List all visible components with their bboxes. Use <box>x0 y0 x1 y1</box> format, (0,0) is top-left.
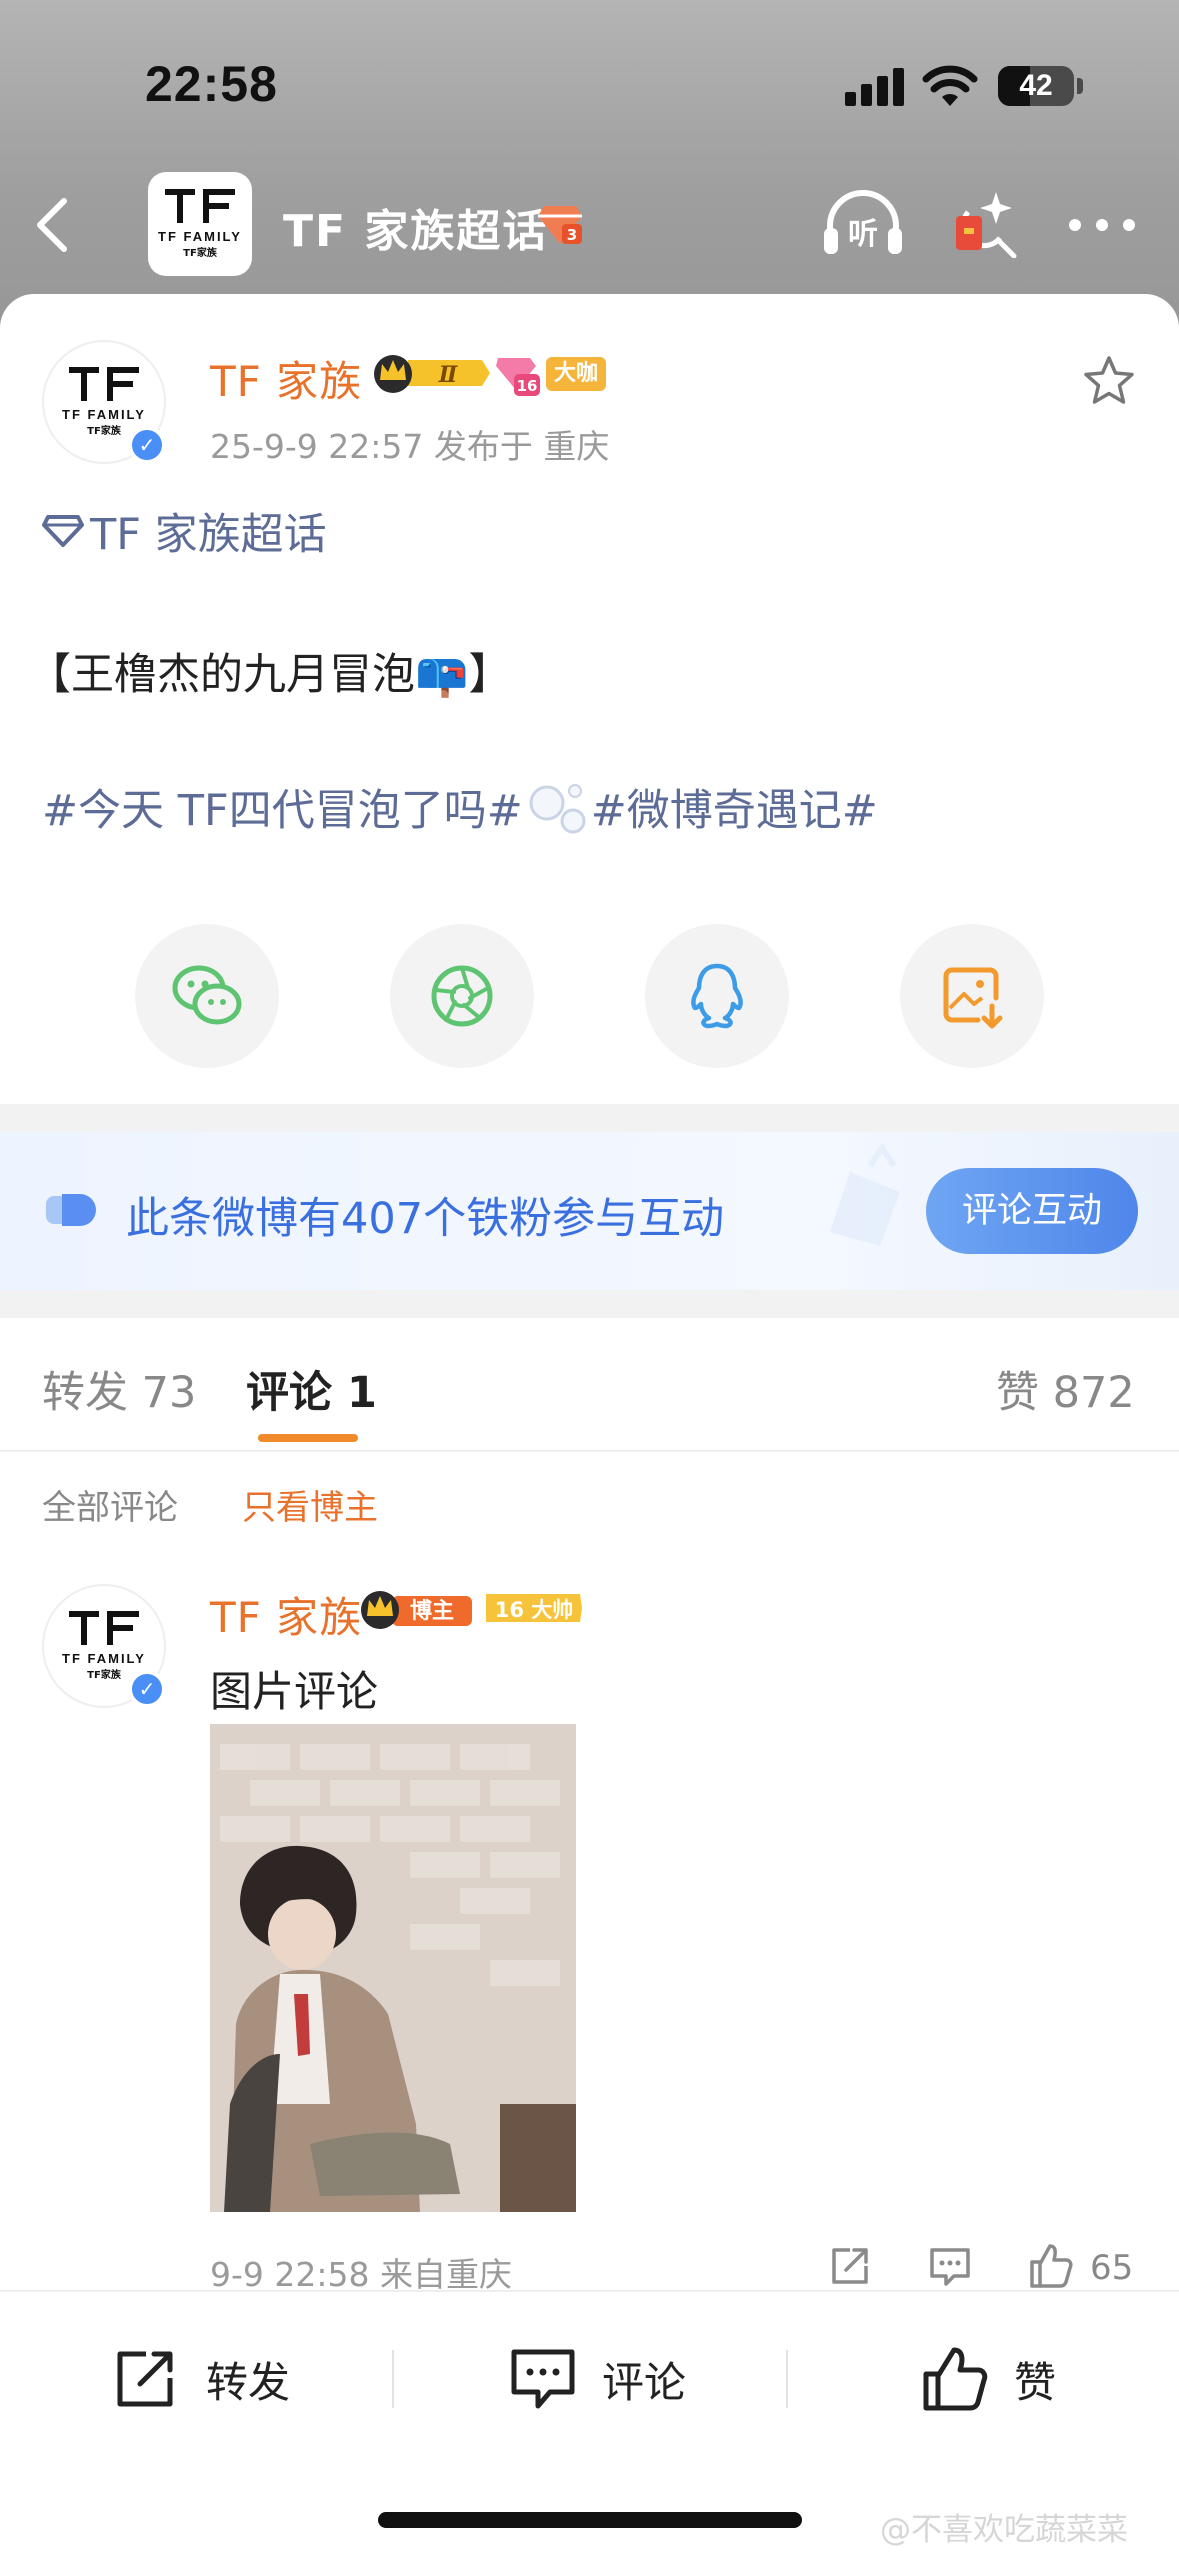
battery-level: 42 <box>1019 69 1053 102</box>
like-thumb-icon <box>923 2347 988 2411</box>
logo-text: TF FAMILY <box>158 229 242 244</box>
author-name[interactable]: TF 家族 <box>210 348 362 409</box>
more-options-icon[interactable] <box>1068 218 1136 232</box>
verified-badge-icon: ✓ <box>128 426 166 464</box>
header: 22:58 42 TF FAMILY TF家族 TF 家族超话 3 听 <box>0 0 1179 330</box>
comment-icon <box>511 2349 575 2409</box>
divider <box>786 2350 788 2408</box>
bubbles-icon <box>529 784 586 834</box>
tf-logo-icon <box>165 189 235 223</box>
owner-badge-icon: 博主 <box>361 1591 472 1629</box>
headphone-listen-icon[interactable]: 听 <box>822 188 904 258</box>
crown-level: Ⅱ <box>438 362 459 388</box>
topic-link-text: TF 家族超话 <box>90 510 327 560</box>
logo-subtext: TF家族 <box>87 426 121 437</box>
comment-meta: 9-9 22:58 来自重庆 <box>210 2255 512 2294</box>
comment-text: 图片评论 <box>210 1667 379 1716</box>
comment-repost-icon[interactable] <box>826 2242 874 2290</box>
repost-icon <box>117 2351 173 2407</box>
comment-reply-icon[interactable] <box>926 2242 974 2290</box>
comment-like-count: 65 <box>1090 2248 1134 2288</box>
save-image-icon <box>943 967 1003 1029</box>
fans-interaction-banner: 此条微博有407个铁粉参与互动 评论互动 <box>0 1132 1179 1290</box>
comment-photo[interactable] <box>210 1724 576 2212</box>
verified-badge-icon: ✓ <box>128 1670 166 1708</box>
svg-text:3: 3 <box>567 226 577 244</box>
bottom-action-bar: 转发 评论 赞 @不喜欢吃蔬菜菜 <box>0 2290 1179 2556</box>
repost-button[interactable]: 转发 <box>112 2344 290 2414</box>
crown-badge-icon: Ⅱ <box>374 355 490 393</box>
save-image-button[interactable] <box>900 924 1044 1068</box>
fans-play-icon <box>46 1194 96 1226</box>
wifi-icon <box>922 65 978 106</box>
favorite-star-icon[interactable] <box>1082 354 1136 408</box>
tab-likes[interactable]: 赞 872 <box>996 1358 1135 1420</box>
level-tag: 16 大帅 <box>495 1598 574 1622</box>
topic-link[interactable]: TF 家族超话 <box>42 500 327 562</box>
level-gem-icon: 16 <box>496 358 540 396</box>
divider <box>392 2350 394 2408</box>
listen-label: 听 <box>848 217 878 252</box>
tf-logo-icon <box>69 1611 139 1645</box>
moments-shutter-icon <box>431 965 493 1027</box>
commenter-avatar[interactable]: TF FAMILY TF家族 ✓ <box>42 1584 166 1708</box>
filter-author-only[interactable]: 只看博主 <box>242 1480 378 1529</box>
comment-like-icon[interactable] <box>1026 2242 1074 2290</box>
wechat-icon <box>172 965 242 1025</box>
hashtag-link[interactable]: #今天 TF四代冒泡了吗# <box>42 776 523 838</box>
vip-tag: 大咖 <box>546 357 607 391</box>
level-number: 16 <box>517 377 538 395</box>
post-meta: 25-9-9 22:57 发布于 重庆 <box>210 427 610 466</box>
logo-text: TF FAMILY <box>62 407 146 422</box>
battery-icon: 42 <box>998 66 1074 106</box>
tab-divider <box>0 1450 1179 1452</box>
tab-comments[interactable]: 评论 1 <box>246 1358 377 1420</box>
status-time: 22:58 <box>145 56 278 112</box>
home-indicator[interactable] <box>378 2512 802 2528</box>
hashtag-link[interactable]: #微博奇遇记# <box>591 776 878 838</box>
filter-all-comments[interactable]: 全部评论 <box>42 1480 178 1529</box>
post-tags: #今天 TF四代冒泡了吗# #微博奇遇记# <box>42 776 878 838</box>
topic-level-badge-icon: 3 <box>538 206 582 244</box>
topic-logo[interactable]: TF FAMILY TF家族 <box>148 172 252 276</box>
bell-decoration-icon <box>830 1142 900 1246</box>
topic-title: TF 家族超话 <box>283 206 549 257</box>
watermark: @不喜欢吃蔬菜菜 <box>880 2512 1128 2548</box>
back-arrow-icon[interactable] <box>30 195 74 255</box>
repost-label: 转发 <box>206 2357 291 2407</box>
share-wechat-button[interactable] <box>135 924 279 1068</box>
comment-interaction-button[interactable]: 评论互动 <box>926 1168 1138 1254</box>
qq-penguin-icon <box>691 963 743 1029</box>
commenter-name[interactable]: TF 家族 <box>210 1584 362 1645</box>
tab-repost[interactable]: 转发 73 <box>42 1358 196 1420</box>
photo-person-image <box>210 1724 576 2212</box>
cellular-signal-icon <box>845 68 905 106</box>
logo-subtext: TF家族 <box>87 1670 121 1681</box>
like-button[interactable]: 赞 <box>920 2344 1056 2414</box>
tf-logo-icon <box>69 367 139 401</box>
master-level-badge-icon: 16 大帅 <box>486 1594 582 1622</box>
logo-subtext: TF家族 <box>183 248 217 259</box>
logo-text: TF FAMILY <box>62 1651 146 1666</box>
comment-button[interactable]: 评论 <box>508 2344 686 2414</box>
owner-tag: 博主 <box>410 1598 454 1624</box>
comment-label: 评论 <box>602 2357 687 2407</box>
diamond-topic-icon <box>42 515 84 547</box>
post-title: 【王橹杰的九月冒泡📪】 <box>28 650 512 700</box>
fans-banner-text: 此条微博有407个铁粉参与互动 <box>126 1194 725 1244</box>
share-moments-button[interactable] <box>390 924 534 1068</box>
like-label: 赞 <box>1014 2357 1057 2407</box>
share-qq-button[interactable] <box>645 924 789 1068</box>
author-avatar[interactable]: TF FAMILY TF家族 ✓ <box>42 340 166 464</box>
red-packet-icon[interactable] <box>948 186 1018 258</box>
active-tab-indicator <box>258 1434 358 1442</box>
